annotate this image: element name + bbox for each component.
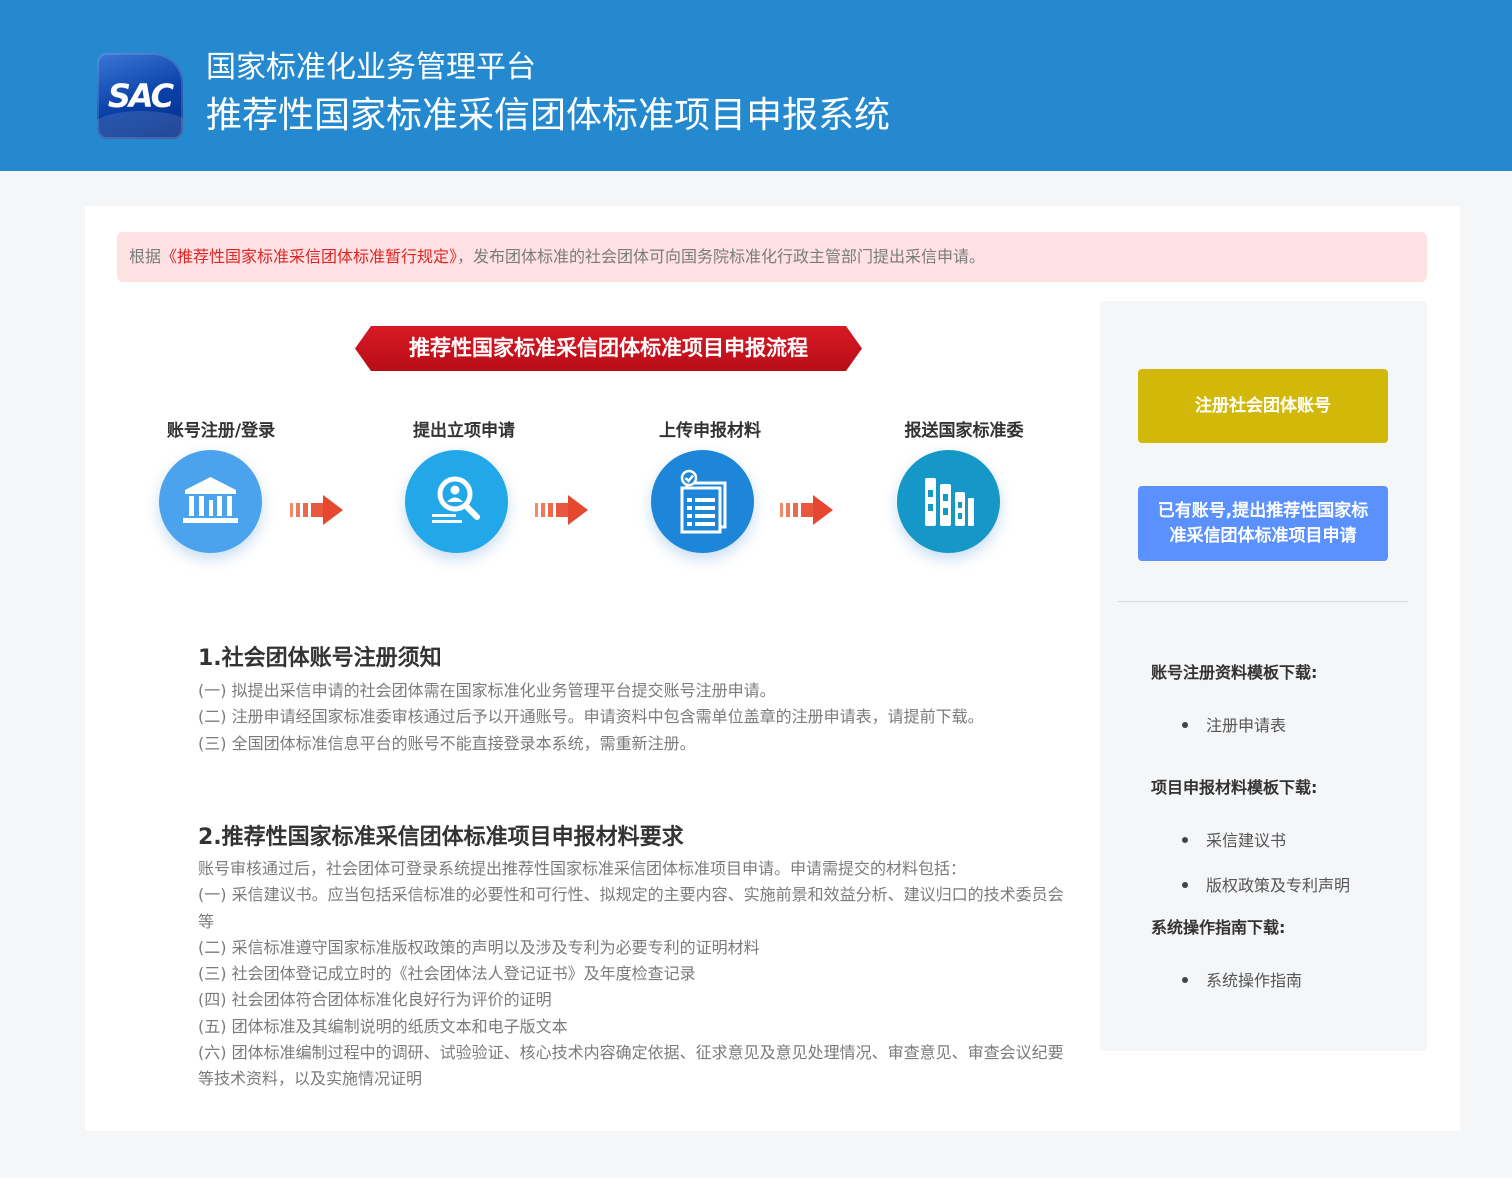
step-label-register: 账号注册/登录: [166, 421, 276, 441]
download-item: 采信建议书: [1182, 827, 1286, 851]
step-label-upload: 上传申报材料: [659, 421, 761, 441]
document-list-icon: [680, 469, 727, 534]
materials-intro: 账号审核通过后，社会团体可登录系统提出推荐性国家标准采信团体标准项目申请。申请需…: [198, 859, 967, 878]
register-account-button[interactable]: 注册社会团体账号: [1138, 369, 1388, 443]
logo-text: SAC: [107, 77, 174, 115]
section-title-registration: 1.社会团体账号注册须知: [198, 646, 442, 671]
registration-note: (一) 拟提出采信申请的社会团体需在国家标准化业务管理平台提交账号注册申请。: [198, 681, 776, 700]
logo-swoosh: [97, 111, 183, 139]
flow-banner: 推荐性国家标准采信团体标准项目申报流程: [355, 326, 862, 371]
materials-item: (三) 社会团体登记成立时的《社会团体法人登记证书》及年度检查记录: [198, 964, 696, 984]
submit-application-button[interactable]: 已有账号,提出推荐性国家标准采信团体标准项目申请: [1138, 486, 1388, 561]
sidebar-divider: [1118, 601, 1408, 602]
bullet-icon: [1182, 721, 1188, 728]
notice-prefix: 根据: [129, 247, 162, 266]
regulation-link[interactable]: 《推荐性国家标准采信团体标准暂行规定》: [161, 247, 457, 266]
materials-item: (四) 社会团体符合团体标准化良好行为评价的证明: [198, 990, 552, 1010]
binders-icon: [925, 478, 974, 526]
notice-suffix: ，发布团体标准的社会团体可向国务院标准化行政主管部门提出采信申请。: [457, 247, 986, 266]
notice-banner: 根据《推荐性国家标准采信团体标准暂行规定》，发布团体标准的社会团体可向国务院标准…: [117, 232, 1427, 282]
materials-requirements: 账号审核通过后，社会团体可登录系统提出推荐性国家标准采信团体标准项目申请。申请需…: [198, 856, 1076, 1093]
registration-notes: (一) 拟提出采信申请的社会团体需在国家标准化业务管理平台提交账号注册申请。 (…: [198, 678, 1076, 757]
materials-item: (六) 团体标准编制过程中的调研、试验验证、核心技术内容确定依据、征求意见及意见…: [198, 1043, 1064, 1089]
bullet-icon: [1182, 836, 1188, 843]
step-circle-upload: [651, 450, 754, 553]
bank-icon: [183, 477, 238, 523]
step-circle-register: [159, 450, 262, 553]
download-registration-form-link[interactable]: 注册申请表: [1206, 716, 1286, 735]
download-guide-link[interactable]: 系统操作指南: [1206, 971, 1302, 990]
materials-item: (五) 团体标准及其编制说明的纸质文本和电子版文本: [198, 1016, 568, 1036]
step-circle-submit: [897, 450, 1000, 553]
download-copyright-statement-link[interactable]: 版权政策及专利声明: [1206, 876, 1350, 895]
step-label-apply: 提出立项申请: [413, 421, 515, 441]
header-bar: SAC 国家标准化业务管理平台 推荐性国家标准采信团体标准项目申报系统: [0, 0, 1512, 171]
download-item: 版权政策及专利声明: [1182, 872, 1350, 896]
registration-note: (二) 注册申请经国家标准委审核通过后予以开通账号。申请资料中包含需单位盖章的注…: [198, 707, 984, 727]
platform-name: 国家标准化业务管理平台: [206, 50, 536, 85]
sac-logo: SAC: [97, 53, 183, 139]
step-circle-apply: [405, 450, 508, 553]
application-templates-heading: 项目申报材料模板下载:: [1151, 778, 1318, 797]
materials-item: (一) 采信建议书。应当包括采信标准的必要性和可行性、拟规定的主要内容、实施前景…: [198, 885, 1064, 931]
materials-item: (二) 采信标准遵守国家标准版权政策的声明以及涉及专利为必要专利的证明材料: [198, 937, 760, 957]
download-item: 系统操作指南: [1182, 967, 1302, 991]
step-label-submit: 报送国家标准委: [904, 421, 1024, 441]
registration-note: (三) 全国团体标准信息平台的账号不能直接登录本系统，需重新注册。: [198, 733, 696, 753]
section-title-materials: 2.推荐性国家标准采信团体标准项目申报材料要求: [198, 825, 684, 850]
flow-arrow-icon: [535, 495, 588, 525]
bullet-icon: [1182, 976, 1188, 983]
search-person-icon: [432, 476, 480, 523]
flow-arrow-icon: [780, 495, 833, 525]
flow-arrow-icon: [290, 495, 343, 525]
system-title: 推荐性国家标准采信团体标准项目申报系统: [206, 95, 891, 136]
bullet-icon: [1182, 881, 1188, 888]
download-proposal-link[interactable]: 采信建议书: [1206, 831, 1286, 850]
guide-heading: 系统操作指南下载:: [1151, 918, 1286, 937]
flow-banner-title: 推荐性国家标准采信团体标准项目申报流程: [409, 336, 808, 360]
download-item: 注册申请表: [1182, 712, 1286, 736]
registration-templates-heading: 账号注册资料模板下载:: [1151, 663, 1318, 682]
